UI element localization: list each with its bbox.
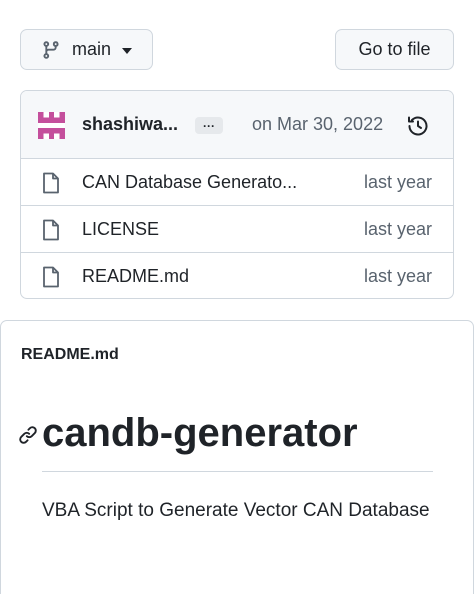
file-icon (43, 172, 59, 194)
go-to-file-label: Go to file (358, 39, 431, 59)
file-last-modified: last year (363, 219, 432, 239)
link-icon[interactable] (18, 425, 38, 445)
file-row[interactable]: CAN Database Generato... last year (21, 159, 453, 206)
go-to-file-button[interactable]: Go to file (335, 29, 454, 70)
readme-header[interactable]: README.md (21, 346, 119, 364)
file-icon (43, 219, 59, 241)
avatar[interactable] (38, 112, 65, 139)
commit-date: on Mar 30, 2022 (252, 114, 384, 134)
readme-title: candb-generator (42, 411, 358, 455)
commit-message-expand-button[interactable]: ··· (195, 117, 223, 134)
file-icon (43, 266, 59, 288)
file-list: shashiwa... ··· on Mar 30, 2022 CAN Data… (20, 90, 454, 299)
file-row[interactable]: README.md last year (21, 253, 453, 298)
file-row[interactable]: LICENSE last year (21, 206, 453, 253)
branch-selector-button[interactable]: main (20, 29, 153, 70)
history-icon[interactable] (406, 114, 430, 138)
file-last-modified: last year (363, 172, 432, 192)
latest-commit-row: shashiwa... ··· on Mar 30, 2022 (21, 91, 453, 159)
file-name[interactable]: LICENSE (82, 219, 159, 240)
readme-panel: README.md candb-generator VBA Script to … (0, 320, 474, 594)
file-name[interactable]: README.md (82, 266, 189, 287)
readme-description: VBA Script to Generate Vector CAN Databa… (42, 500, 430, 521)
chevron-down-icon (122, 47, 133, 54)
git-branch-icon (43, 40, 59, 59)
branch-name: main (72, 39, 112, 59)
file-last-modified: last year (363, 266, 432, 286)
file-name[interactable]: CAN Database Generato... (82, 172, 297, 193)
title-divider (42, 471, 433, 472)
commit-author[interactable]: shashiwa... (82, 114, 178, 135)
